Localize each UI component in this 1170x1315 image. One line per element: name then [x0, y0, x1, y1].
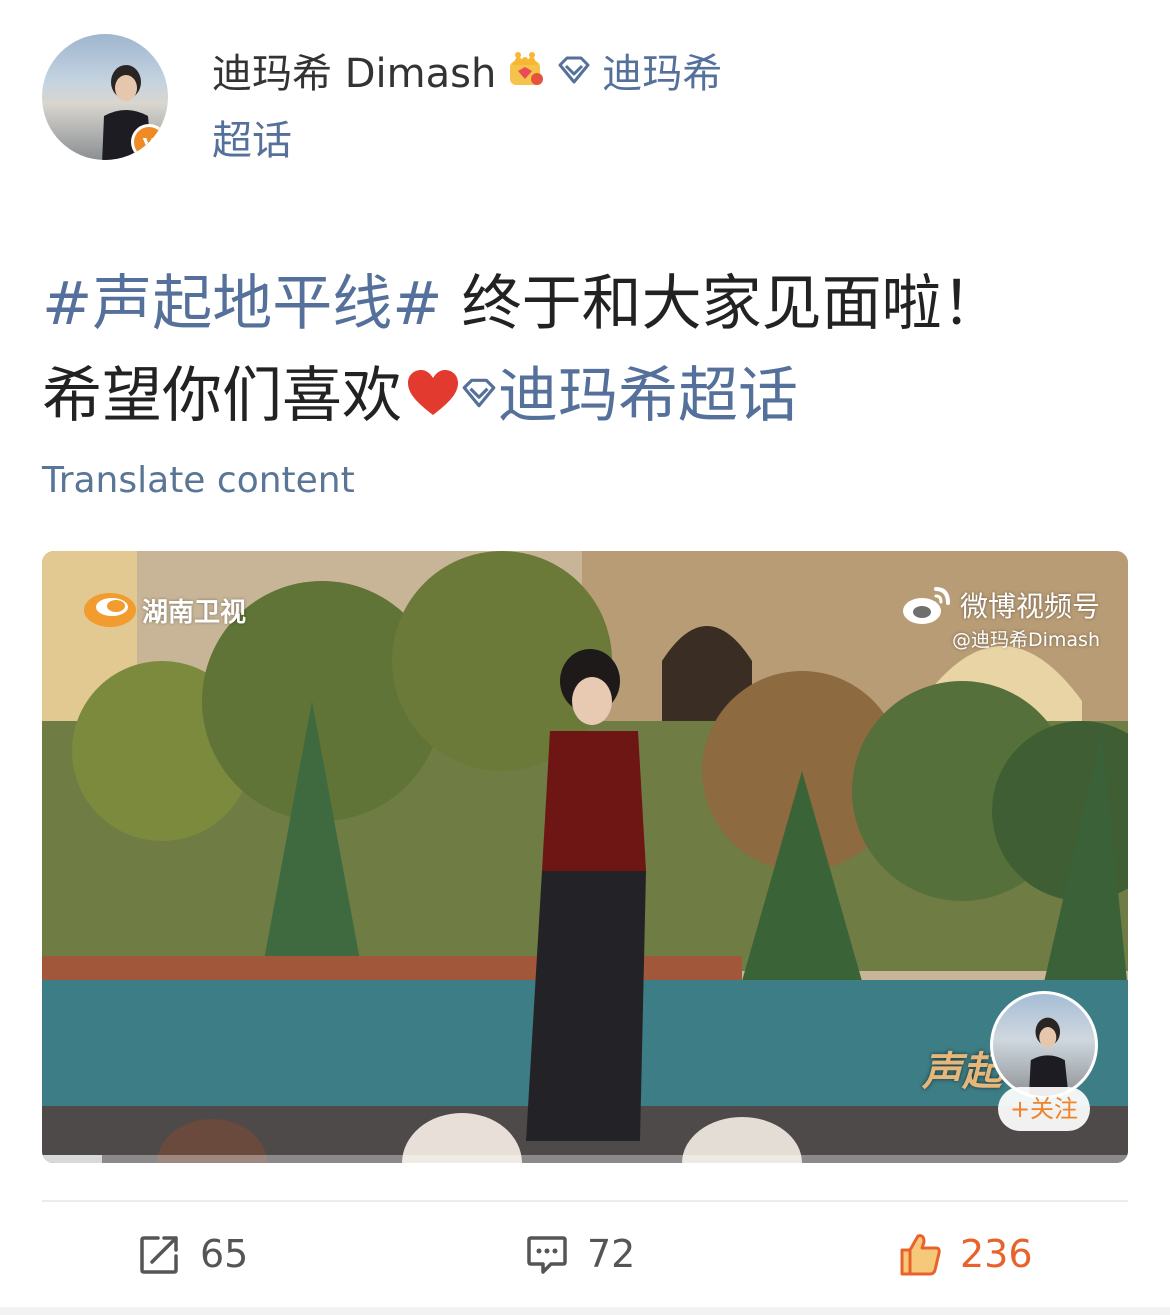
weibo-video-watermark: 微博视频号 @迪玛希Dimash — [900, 583, 1100, 652]
weibo-handle: @迪玛希Dimash — [951, 629, 1100, 651]
translate-content-link[interactable]: Translate content — [42, 460, 355, 501]
author-name-line: 迪玛希 Dimash 迪玛希 — [212, 42, 722, 98]
comment-count: 72 — [587, 1232, 636, 1276]
like-count: 236 — [960, 1232, 1033, 1276]
repost-icon — [140, 1236, 178, 1274]
repost-button[interactable]: 65 — [138, 1222, 248, 1286]
like-button[interactable]: 236 — [898, 1222, 1033, 1286]
author-name[interactable]: 迪玛希 Dimash — [212, 41, 496, 99]
super-topic-suffix[interactable]: 超话 — [212, 108, 292, 166]
hashtag-link[interactable]: #声起地平线# — [42, 269, 443, 339]
video-player[interactable]: 湖南卫视 微博视频号 @迪玛希Dimash 声起 +关注 — [42, 551, 1128, 1163]
weibo-logo-icon — [902, 587, 950, 624]
super-topic-inline-link[interactable]: 迪玛希超话 — [498, 361, 798, 431]
post-actions-bar: 65 72 236 — [0, 1222, 1170, 1286]
broadcaster-name: 湖南卫视 — [142, 597, 247, 628]
super-topic-link[interactable]: 迪玛希 — [602, 41, 722, 99]
weibo-video-label: 微博视频号 — [959, 590, 1100, 623]
repost-count: 65 — [200, 1232, 249, 1276]
uploader-mini-avatar[interactable] — [990, 991, 1098, 1099]
bottom-separator — [0, 1307, 1170, 1315]
follow-button[interactable]: +关注 — [998, 1087, 1090, 1131]
crown-vip-icon[interactable] — [504, 49, 546, 91]
post-body: #声起地平线# 终于和大家见面啦！ 希望你们喜欢 迪玛希超话 — [42, 258, 1132, 442]
post-text-line1: 终于和大家见面啦！ — [442, 269, 1002, 339]
super-topic-diamond-icon — [558, 56, 590, 84]
author-avatar[interactable]: v — [42, 34, 168, 160]
hunan-tv-logo-icon — [84, 593, 136, 627]
actions-divider — [42, 1200, 1128, 1202]
thumbs-up-icon — [900, 1234, 941, 1276]
comment-button[interactable]: 72 — [525, 1222, 635, 1286]
comment-icon — [527, 1236, 567, 1274]
broadcaster-watermark: 湖南卫视 — [82, 591, 246, 629]
red-heart-icon — [408, 370, 458, 416]
video-progress-bar[interactable] — [42, 1155, 1128, 1163]
video-progress-fill — [42, 1155, 102, 1163]
verified-badge-icon: v — [131, 124, 167, 160]
post-header: v 迪玛希 Dimash 迪玛希 超话 — [42, 34, 1132, 164]
mini-avatar-person-image — [1028, 1017, 1069, 1096]
post-text-line2: 希望你们喜欢 — [42, 361, 402, 431]
super-topic-diamond-icon — [462, 379, 496, 408]
